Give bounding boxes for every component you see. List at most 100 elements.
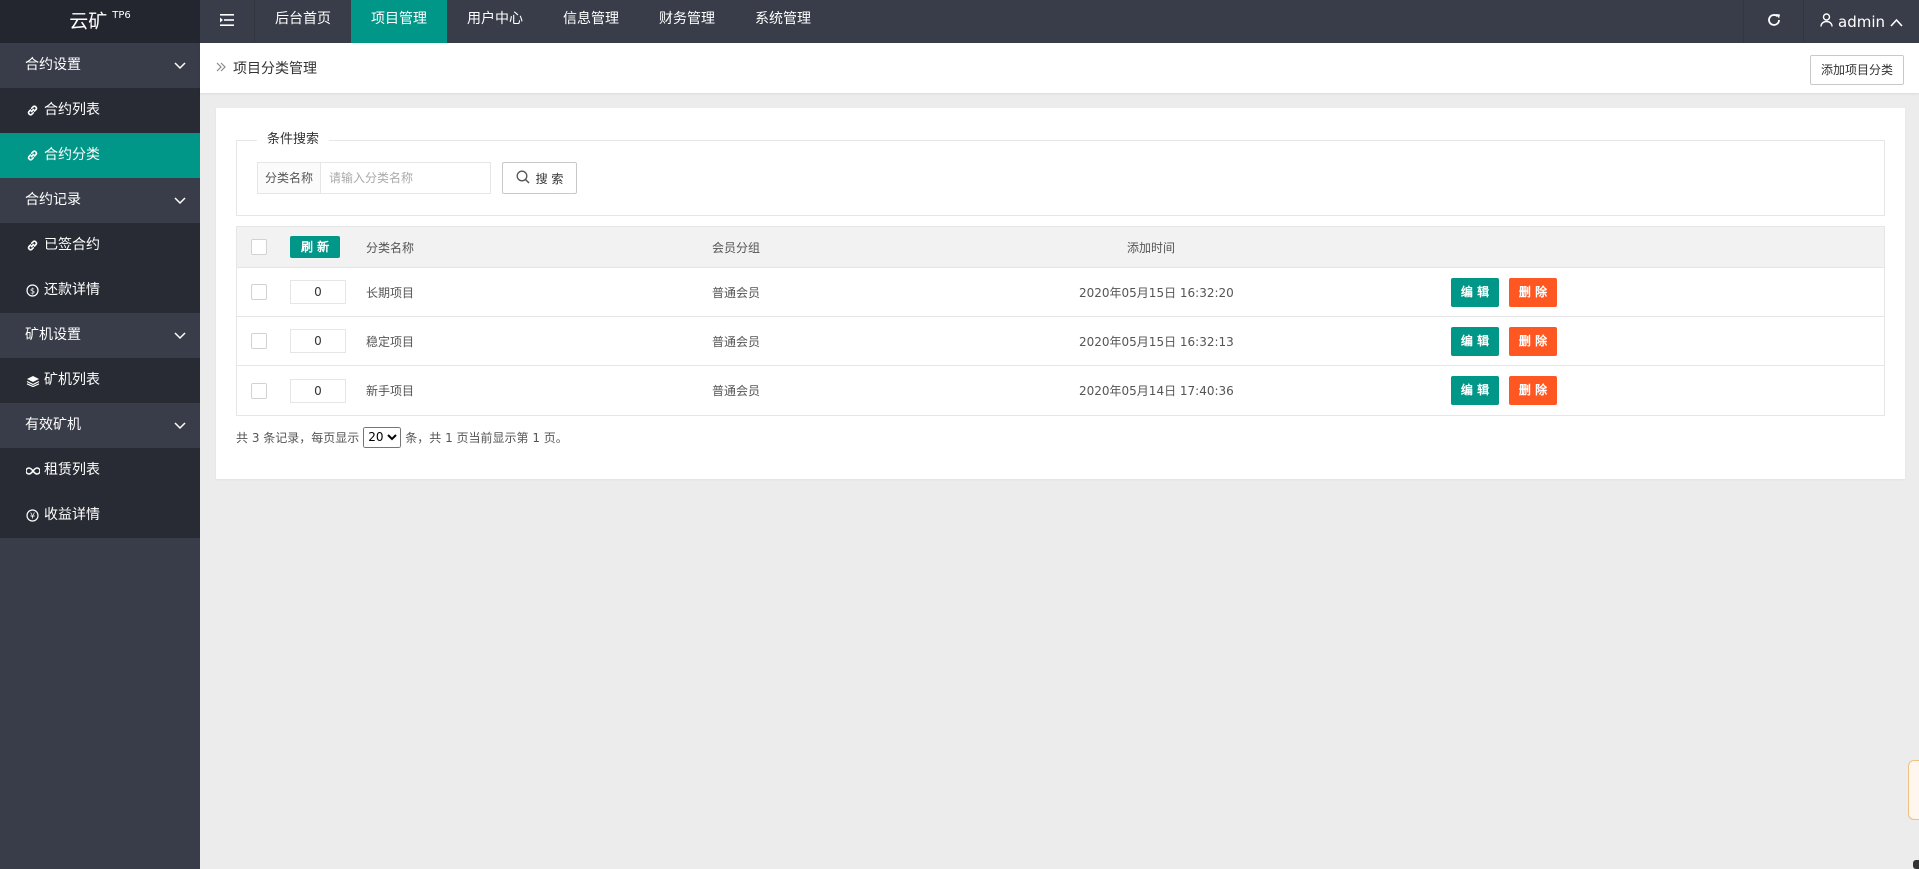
user-menu[interactable]: admin (1803, 0, 1919, 43)
row-checkbox[interactable] (251, 284, 267, 300)
order-input[interactable]: 0 (290, 378, 346, 403)
table-row: 0 稳定项目 普通会员 2020年05月15日 16:32:13 编 辑 删 除 (237, 317, 1884, 366)
order-cell: 0 (290, 268, 346, 316)
category-name-cell: 稳定项目 (366, 334, 415, 349)
delete-button[interactable]: 删 除 (1509, 376, 1557, 405)
search-field-label: 分类名称 (257, 162, 322, 194)
sidebar-item-earnings-details[interactable]: ¥ 收益详情 (0, 493, 200, 538)
header-add-time: 添加时间 (1127, 240, 1176, 255)
select-all-checkbox[interactable] (251, 239, 267, 255)
user-name: admin (1838, 12, 1885, 31)
order-input[interactable]: 0 (290, 280, 346, 304)
sidebar-item-label: 合约分类 (44, 147, 100, 163)
sidebar-item-label: 还款详情 (44, 282, 100, 298)
delete-button[interactable]: 删 除 (1509, 326, 1557, 356)
search-button[interactable]: 搜 索 (502, 162, 577, 194)
yen-circle-icon: ¥ (25, 509, 40, 522)
nav-system-management[interactable]: 系统管理 (735, 0, 831, 43)
category-name-cell: 长期项目 (366, 285, 415, 300)
floating-side-tab[interactable] (1908, 760, 1919, 820)
add-category-button[interactable]: 添加项目分类 (1809, 55, 1904, 85)
menu-toggle-icon (220, 13, 234, 30)
sidebar-group-label: 合约记录 (25, 192, 81, 208)
edit-button[interactable]: 编 辑 (1451, 326, 1499, 356)
actions-cell: 编 辑 删 除 (1451, 317, 1557, 365)
member-group-cell: 普通会员 (712, 285, 761, 300)
logo-text: 云矿 (69, 10, 108, 33)
chevron-up-icon (1890, 13, 1903, 31)
edit-button[interactable]: 编 辑 (1451, 277, 1499, 307)
actions-cell: 编 辑 删 除 (1451, 268, 1557, 316)
scroll-indicator (1913, 860, 1919, 869)
add-time-cell: 2020年05月15日 16:32:20 (1079, 285, 1234, 300)
refresh-order-button[interactable]: 刷 新 (290, 236, 341, 258)
pager-suffix: 条，共 1 页当前显示第 1 页。 (405, 430, 568, 445)
actions-cell: 编 辑 删 除 (1451, 366, 1557, 415)
main-card: 条件搜索 分类名称 搜 索 刷 新 分类名称 会员分组 添加时间 0 长期项目 … (216, 108, 1905, 479)
refresh-icon (1767, 13, 1781, 31)
category-name-cell: 新手项目 (366, 384, 415, 398)
delete-button[interactable]: 删 除 (1509, 277, 1557, 307)
category-table: 刷 新 分类名称 会员分组 添加时间 0 长期项目 普通会员 2020年05月1… (236, 226, 1885, 416)
chevron-down-icon (174, 43, 186, 88)
svg-text:$: $ (30, 286, 35, 295)
add-time-cell: 2020年05月14日 17:40:36 (1079, 384, 1234, 398)
pagination-info: 共 3 条记录，每页显示 20 条，共 1 页当前显示第 1 页。 (236, 426, 568, 448)
search-input-group: 分类名称 (257, 162, 492, 194)
nav-info-management[interactable]: 信息管理 (543, 0, 639, 43)
link-icon (25, 104, 40, 117)
header-category-name: 分类名称 (366, 240, 415, 255)
chevron-down-icon (174, 178, 186, 223)
edit-button[interactable]: 编 辑 (1451, 376, 1499, 405)
menu-toggle-button[interactable] (200, 0, 255, 43)
sidebar-group-label: 矿机设置 (25, 327, 81, 343)
search-button-label: 搜 索 (535, 171, 564, 186)
search-icon (516, 170, 530, 187)
page-title: 项目分类管理 (233, 61, 317, 77)
sidebar-item-label: 合约列表 (44, 102, 100, 118)
order-cell: 0 (290, 317, 346, 365)
link-icon (25, 239, 40, 252)
refresh-page-button[interactable] (1743, 0, 1803, 43)
link-icon (25, 149, 40, 162)
sidebar-item-contract-category[interactable]: 合约分类 (0, 133, 200, 178)
member-group-cell: 普通会员 (712, 334, 761, 349)
sidebar-group-label: 有效矿机 (25, 417, 81, 433)
category-name-input[interactable] (321, 162, 492, 194)
top-nav: 后台首页 项目管理 用户中心 信息管理 财务管理 系统管理 (255, 0, 831, 43)
sidebar-item-signed-contracts[interactable]: 已签合约 (0, 223, 200, 268)
logo-version: TP6 (112, 10, 131, 21)
nav-user-center[interactable]: 用户中心 (447, 0, 543, 43)
nav-finance-management[interactable]: 财务管理 (639, 0, 735, 43)
sidebar-group-contract-settings[interactable]: 合约设置 (0, 43, 200, 88)
row-checkbox[interactable] (251, 382, 267, 399)
row-checkbox[interactable] (251, 333, 267, 349)
sidebar-item-lease-list[interactable]: 租赁列表 (0, 448, 200, 493)
sidebar-group-contract-records[interactable]: 合约记录 (0, 178, 200, 223)
select-all-cell (251, 227, 267, 267)
row-checkbox-cell (251, 317, 267, 365)
sidebar-group-miner-settings[interactable]: 矿机设置 (0, 313, 200, 358)
page-size-select[interactable]: 20 (363, 426, 402, 448)
add-time-cell: 2020年05月15日 16:32:13 (1079, 334, 1234, 349)
layers-icon (25, 375, 40, 387)
search-fieldset: 条件搜索 分类名称 搜 索 (236, 132, 1885, 216)
refresh-cell: 刷 新 (290, 227, 341, 267)
double-chevron-right-icon (216, 60, 227, 76)
nav-home[interactable]: 后台首页 (255, 0, 351, 43)
order-input[interactable]: 0 (290, 329, 346, 353)
sidebar-item-label: 租赁列表 (44, 462, 100, 478)
sidebar-group-label: 合约设置 (25, 57, 81, 73)
breadcrumb-bar: 项目分类管理 添加项目分类 (200, 43, 1919, 93)
svg-text:¥: ¥ (30, 511, 35, 520)
sidebar-item-contract-list[interactable]: 合约列表 (0, 88, 200, 133)
top-navbar: 云矿 TP6 后台首页 项目管理 用户中心 信息管理 财务管理 系统管理 admi… (0, 0, 1919, 43)
chevron-down-icon (174, 403, 186, 448)
nav-project-management[interactable]: 项目管理 (351, 0, 447, 43)
order-cell: 0 (290, 366, 346, 415)
sidebar-item-miner-list[interactable]: 矿机列表 (0, 358, 200, 403)
sidebar-item-repayment-details[interactable]: $ 还款详情 (0, 268, 200, 313)
sidebar-group-active-miners[interactable]: 有效矿机 (0, 403, 200, 448)
app-logo[interactable]: 云矿 TP6 (0, 0, 200, 43)
chevron-down-icon (174, 313, 186, 358)
